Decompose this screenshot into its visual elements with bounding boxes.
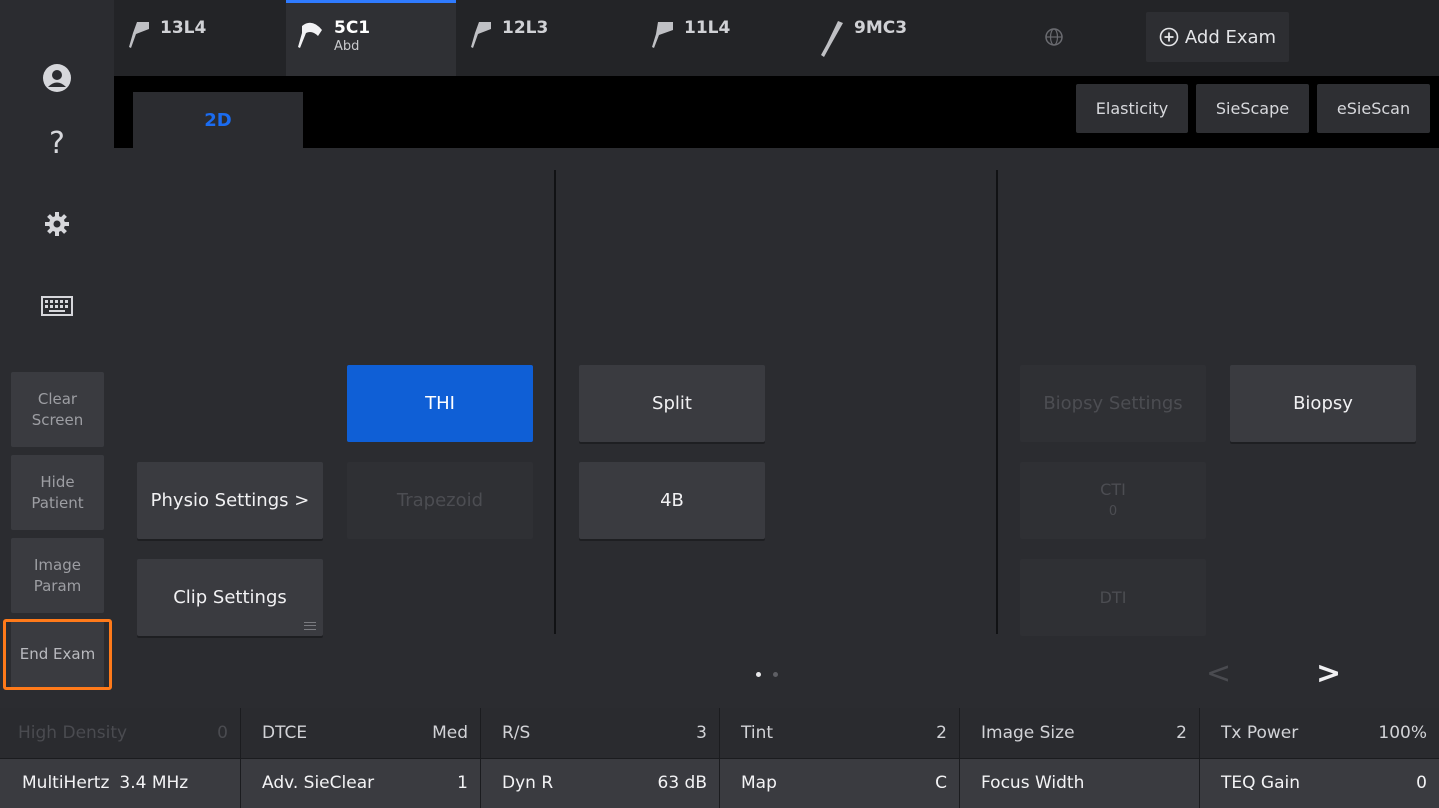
probe-tab-9mc3[interactable]: 9MC3 [820, 0, 990, 76]
param-focus-width[interactable]: Focus Width [959, 758, 1199, 808]
add-exam-label: Add Exam [1184, 26, 1277, 48]
param-multihertz[interactable]: MultiHertz 3.4 MHz [0, 758, 240, 808]
probe-name: 11L4 [684, 18, 731, 38]
page-dot[interactable] [773, 672, 778, 677]
column-separator [480, 708, 481, 808]
menu-icon [304, 622, 316, 630]
image-param-button[interactable]: Image Param [11, 538, 104, 613]
cti-button[interactable]: CTI 0 [1020, 462, 1206, 539]
param-tx-power[interactable]: Tx Power 100% [1199, 708, 1439, 758]
probe-tab-12l3[interactable]: 12L3 [470, 0, 640, 76]
parameter-bar: High Density 0 DTCE Med R/S 3 Tint 2 Image S… [0, 708, 1439, 808]
endocavity-probe-icon [821, 21, 843, 57]
param-map[interactable]: Map C [719, 758, 959, 808]
siescape-button[interactable]: SieScape [1196, 84, 1309, 133]
param-dyn-r[interactable]: Dyn R 63 dB [480, 758, 719, 808]
add-exam-button[interactable]: Add Exam [1146, 12, 1289, 62]
param-adv-sieclear[interactable]: Adv. SieClear 1 [240, 758, 480, 808]
column-separator [719, 708, 720, 808]
probe-name: 9MC3 [854, 18, 908, 38]
panel-divider [554, 170, 556, 634]
cti-value: 0 [1108, 503, 1118, 519]
dti-button[interactable]: DTI [1020, 559, 1206, 636]
esiescan-button[interactable]: eSieScan [1317, 84, 1430, 133]
param-image-size[interactable]: Image Size 2 [959, 708, 1199, 758]
biopsy-settings-button[interactable]: Biopsy Settings [1020, 365, 1206, 442]
probe-preset: Abd [334, 39, 360, 54]
probe-bar: 13L4 5C1 Abd 12L3 11L4 9MC3 Add Exam [114, 0, 1439, 76]
next-page-icon[interactable]: > [1316, 656, 1341, 691]
linear-probe-icon [129, 22, 149, 48]
left-sidebar: ? Clear Screen Hide Patient Image Param … [0, 0, 114, 708]
param-rs[interactable]: R/S 3 [480, 708, 719, 758]
control-panel: THI Trapezoid Physio Settings > Clip Set… [114, 148, 1439, 708]
page-dot-active[interactable] [756, 672, 761, 677]
probe-name: 5C1 [334, 18, 371, 38]
curved-probe-icon [298, 22, 322, 48]
hide-patient-button[interactable]: Hide Patient [11, 455, 104, 530]
linear-probe-icon [471, 22, 491, 48]
user-icon[interactable] [0, 48, 114, 108]
keyboard-icon[interactable] [0, 276, 114, 336]
end-exam-highlight [3, 619, 112, 690]
probe-name: 13L4 [160, 18, 207, 38]
column-separator [1199, 708, 1200, 808]
prev-page-icon[interactable]: < [1206, 656, 1231, 691]
cti-label: CTI [1100, 479, 1126, 499]
elasticity-button[interactable]: Elasticity [1076, 84, 1188, 133]
help-icon[interactable]: ? [0, 113, 114, 173]
biopsy-button[interactable]: Biopsy [1230, 365, 1416, 442]
param-high-density[interactable]: High Density 0 [0, 708, 240, 758]
probe-tab-5c1[interactable]: 5C1 Abd [286, 0, 456, 76]
column-separator [240, 708, 241, 808]
active-probe-indicator [286, 0, 456, 3]
clip-settings-label: Clip Settings [173, 587, 287, 608]
panel-divider [996, 170, 998, 634]
param-tint[interactable]: Tint 2 [719, 708, 959, 758]
clip-settings-button[interactable]: Clip Settings [137, 559, 323, 636]
split-button[interactable]: Split [579, 365, 765, 442]
param-dtce[interactable]: DTCE Med [240, 708, 480, 758]
gear-icon[interactable] [0, 194, 114, 254]
param-teq-gain[interactable]: TEQ Gain 0 [1199, 758, 1439, 808]
probe-tab-11l4[interactable]: 11L4 [650, 0, 820, 76]
column-separator [959, 708, 960, 808]
thi-button[interactable]: THI [347, 365, 533, 442]
plus-circle-icon [1159, 27, 1179, 47]
4b-button[interactable]: 4B [579, 462, 765, 539]
physio-settings-button[interactable]: Physio Settings > [137, 462, 323, 539]
tab-2d[interactable]: 2D [133, 92, 303, 148]
globe-icon[interactable] [1044, 27, 1064, 51]
page-indicator [756, 672, 778, 677]
probe-tab-13l4[interactable]: 13L4 [128, 0, 298, 76]
clear-screen-button[interactable]: Clear Screen [11, 372, 104, 447]
linear-probe-icon [652, 22, 673, 48]
trapezoid-button[interactable]: Trapezoid [347, 462, 533, 539]
probe-name: 12L3 [502, 18, 549, 38]
mode-tab-row: 2D Elasticity SieScape eSieScan [114, 76, 1439, 148]
